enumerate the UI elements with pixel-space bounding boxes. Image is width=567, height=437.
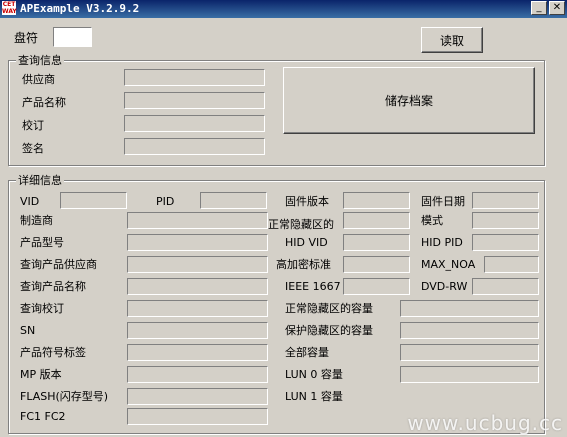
- query-revision-label: 查询校订: [20, 302, 64, 315]
- detail-info-legend: 详细信息: [16, 174, 64, 187]
- lun1-capacity-label: LUN 1 容量: [285, 390, 343, 403]
- vid-label: VID: [20, 195, 40, 208]
- drive-input[interactable]: [53, 27, 92, 47]
- revision-label: 校订: [22, 119, 44, 132]
- product-symbol-label: 产品符号标签: [20, 346, 86, 359]
- query-revision-field[interactable]: [127, 300, 268, 317]
- query-product-name-label: 查询产品名称: [20, 280, 86, 293]
- product-symbol-field[interactable]: [127, 344, 268, 361]
- max-noa-field[interactable]: [484, 256, 539, 273]
- dvd-rw-label: DVD-RW: [421, 280, 468, 293]
- normal-hidden-capacity-label: 正常隐藏区的容量: [285, 302, 373, 315]
- mode-field[interactable]: [472, 212, 539, 229]
- pid-label: PID: [156, 195, 175, 208]
- mode-label: 模式: [421, 214, 443, 227]
- hid-vid-field[interactable]: [343, 234, 410, 251]
- normal-hidden-field[interactable]: [343, 212, 410, 229]
- manufacturer-field[interactable]: [127, 212, 268, 229]
- minimize-button[interactable]: _: [531, 1, 547, 15]
- max-noa-label: MAX_NOA: [421, 258, 476, 271]
- signature-label: 签名: [22, 142, 44, 155]
- query-product-name-field[interactable]: [127, 278, 268, 295]
- drive-label: 盘符: [14, 31, 39, 45]
- sn-field[interactable]: [127, 322, 268, 339]
- encryption-field[interactable]: [343, 256, 410, 273]
- read-button[interactable]: 读取: [421, 27, 483, 53]
- lun0-capacity-field[interactable]: [400, 366, 539, 383]
- firmware-date-label: 固件日期: [421, 195, 465, 208]
- title-bar: CET WAY APExample V3.2.9.2 _ ✕: [0, 0, 567, 18]
- firmware-date-field[interactable]: [472, 192, 539, 209]
- vid-field[interactable]: [60, 192, 127, 209]
- product-model-label: 产品型号: [20, 236, 64, 249]
- close-button[interactable]: ✕: [549, 1, 565, 15]
- supplier-label: 供应商: [22, 73, 55, 86]
- query-info-legend: 查询信息: [16, 54, 64, 67]
- fc1-fc2-label: FC1 FC2: [20, 410, 66, 423]
- ieee-1667-field[interactable]: [343, 278, 410, 295]
- manufacturer-label: 制造商: [20, 214, 53, 227]
- signature-field[interactable]: [124, 138, 265, 155]
- supplier-field[interactable]: [124, 69, 265, 86]
- ieee-1667-label: IEEE 1667: [285, 280, 341, 293]
- mp-version-label: MP 版本: [20, 368, 62, 381]
- normal-hidden-label: 正常隐藏区的: [268, 218, 334, 231]
- lun0-capacity-label: LUN 0 容量: [285, 368, 343, 381]
- protected-hidden-capacity-field[interactable]: [400, 322, 539, 339]
- product-name-field[interactable]: [124, 92, 265, 109]
- dvd-rw-field[interactable]: [472, 278, 539, 295]
- flash-model-field[interactable]: [127, 388, 268, 405]
- total-capacity-label: 全部容量: [285, 346, 329, 359]
- normal-hidden-capacity-field[interactable]: [400, 300, 539, 317]
- watermark-text: www.ucbug.cc: [407, 411, 563, 435]
- mp-version-field[interactable]: [127, 366, 268, 383]
- sn-label: SN: [20, 324, 36, 337]
- query-supplier-field[interactable]: [127, 256, 268, 273]
- protected-hidden-capacity-label: 保护隐藏区的容量: [285, 324, 373, 337]
- save-file-button[interactable]: 储存档案: [283, 67, 535, 134]
- fc1-fc2-field[interactable]: [127, 408, 268, 425]
- window-title: APExample V3.2.9.2: [20, 2, 140, 15]
- encryption-label: 高加密标准: [276, 258, 331, 271]
- revision-field[interactable]: [124, 115, 265, 132]
- hid-pid-label: HID PID: [421, 236, 463, 249]
- hid-pid-field[interactable]: [472, 234, 539, 251]
- query-supplier-label: 查询产品供应商: [20, 258, 97, 271]
- firmware-version-label: 固件版本: [285, 195, 329, 208]
- flash-model-label: FLASH(闪存型号): [20, 390, 109, 403]
- firmware-version-field[interactable]: [343, 192, 410, 209]
- hid-vid-label: HID VID: [285, 236, 328, 249]
- main-panel: 盘符 读取 查询信息 供应商 产品名称 校订 签名 储存档案 详细信息 VID …: [0, 18, 567, 437]
- product-model-field[interactable]: [127, 234, 268, 251]
- total-capacity-field[interactable]: [400, 344, 539, 361]
- pid-field[interactable]: [200, 192, 267, 209]
- app-logo-icon: CET WAY: [2, 1, 17, 15]
- product-name-label: 产品名称: [22, 96, 66, 109]
